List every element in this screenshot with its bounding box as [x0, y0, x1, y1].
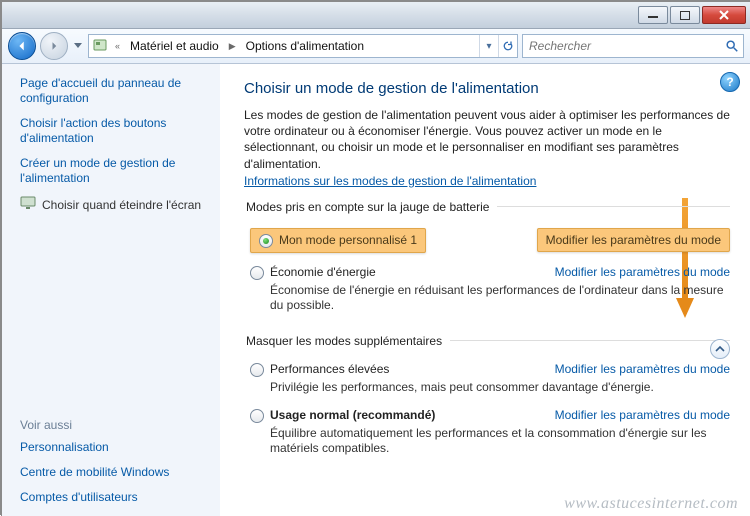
control-panel-icon [91, 38, 109, 54]
breadcrumb-sep: ▶ [223, 35, 242, 57]
search-box[interactable] [522, 34, 744, 58]
plan-normal-name: Usage normal (recommandé) [270, 408, 435, 422]
section-battery-plans: Modes pris en compte sur la jauge de bat… [244, 200, 730, 322]
plan-custom-radio[interactable] [259, 234, 273, 248]
sidebar-link-home[interactable]: Page d'accueil du panneau de configurati… [20, 76, 208, 106]
sidebar-link-create-plan[interactable]: Créer un mode de gestion de l'alimentati… [20, 156, 208, 186]
plan-normal-radio[interactable] [250, 409, 264, 423]
watermark: www.astucesinternet.com [564, 495, 738, 513]
plan-custom-modify-link[interactable]: Modifier les paramètres du mode [537, 228, 730, 252]
page-title: Choisir un mode de gestion de l'alimenta… [244, 80, 730, 97]
close-button[interactable] [702, 6, 746, 24]
forward-button[interactable] [40, 32, 68, 60]
monitor-icon [20, 196, 36, 213]
see-also-heading: Voir aussi [20, 418, 208, 432]
sidebar-link-button-action[interactable]: Choisir l'action des boutons d'alimentat… [20, 116, 208, 146]
breadcrumb-hardware[interactable]: Matériel et audio [126, 35, 223, 57]
search-icon[interactable] [721, 39, 743, 53]
see-also-accounts[interactable]: Comptes d'utilisateurs [20, 490, 208, 505]
collapse-button[interactable] [710, 339, 730, 359]
window-titlebar [2, 2, 750, 29]
plan-perf-radio[interactable] [250, 363, 264, 377]
plan-custom-name: Mon mode personnalisé 1 [279, 233, 417, 247]
back-button[interactable] [8, 32, 36, 60]
plan-eco-radio[interactable] [250, 266, 264, 280]
plan-perf-name: Performances élevées [270, 362, 389, 376]
minimize-button[interactable] [638, 6, 668, 24]
plan-custom-highlight: Mon mode personnalisé 1 [250, 228, 426, 253]
plan-normal: Usage normal (recommandé) Modifier les p… [244, 404, 730, 465]
navigation-bar: « Matériel et audio ▶ Options d'alimenta… [2, 29, 750, 64]
plan-normal-detail: Équilibre automatiquement les performanc… [270, 426, 730, 457]
main-content: ? Choisir un mode de gestion de l'alimen… [220, 64, 750, 516]
plan-eco-name: Économie d'énergie [270, 265, 376, 279]
section-battery-plans-legend: Modes pris en compte sur la jauge de bat… [244, 200, 497, 214]
see-also-personalisation[interactable]: Personnalisation [20, 440, 208, 455]
help-icon[interactable]: ? [720, 72, 740, 92]
sidebar: Page d'accueil du panneau de configurati… [2, 64, 220, 516]
plan-custom: Mon mode personnalisé 1 Modifier les par… [244, 224, 730, 261]
see-also-mobility[interactable]: Centre de mobilité Windows [20, 465, 208, 480]
page-description: Les modes de gestion de l'alimentation p… [244, 107, 730, 172]
plan-normal-modify-link[interactable]: Modifier les paramètres du mode [555, 408, 730, 422]
sidebar-link-screen-off[interactable]: Choisir quand éteindre l'écran [20, 196, 208, 213]
section-extra-plans-legend: Masquer les modes supplémentaires [244, 334, 450, 348]
plan-eco-detail: Économise de l'énergie en réduisant les … [270, 283, 730, 314]
plan-perf-detail: Privilégie les performances, mais peut c… [270, 380, 730, 396]
refresh-button[interactable] [498, 35, 517, 57]
plan-eco: Économie d'énergie Modifier les paramètr… [244, 261, 730, 322]
address-bar[interactable]: « Matériel et audio ▶ Options d'alimenta… [88, 34, 518, 58]
history-dropdown[interactable] [72, 34, 84, 58]
section-extra-plans: Masquer les modes supplémentaires Perfor… [244, 334, 730, 465]
breadcrumb-root-chevron[interactable]: « [109, 35, 126, 57]
plan-perf-modify-link[interactable]: Modifier les paramètres du mode [555, 362, 730, 376]
sidebar-link-screen-off-label: Choisir quand éteindre l'écran [42, 198, 201, 212]
breadcrumb-power[interactable]: Options d'alimentation [242, 35, 368, 57]
maximize-button[interactable] [670, 6, 700, 24]
address-dropdown-icon[interactable]: ▾ [479, 35, 498, 57]
plan-eco-modify-link[interactable]: Modifier les paramètres du mode [555, 265, 730, 279]
plan-perf: Performances élevées Modifier les paramè… [244, 358, 730, 404]
search-input[interactable] [523, 35, 721, 57]
info-link[interactable]: Informations sur les modes de gestion de… [244, 174, 536, 188]
